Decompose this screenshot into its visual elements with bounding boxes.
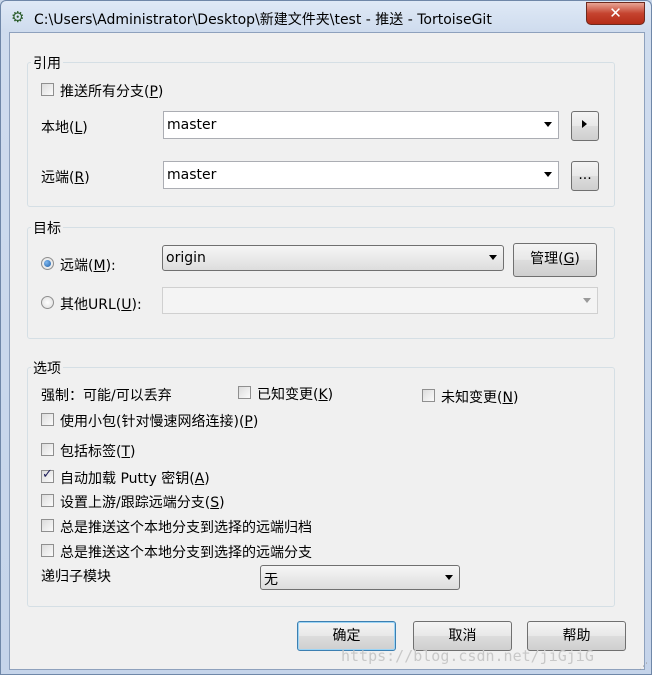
manage-text: 管理 [530,251,559,267]
remote-text: 远端 [41,170,69,186]
known-changes-checkbox[interactable] [238,386,251,399]
other-url-radio[interactable] [41,296,54,309]
local-label: 本地(L) [41,120,88,136]
push-all-text: 推送所有分支 [60,84,144,100]
set-upstream-label[interactable]: 设置上游/跟踪远端分支(S) [60,492,225,512]
remote-browse-button[interactable]: ... [571,161,599,191]
chevron-down-icon [489,255,497,260]
known-changes-label[interactable]: 已知变更(K) [257,384,333,404]
push-all-branches-checkbox[interactable] [41,83,54,96]
known-changes-text: 已知变更 [257,387,313,403]
set-upstream-checkbox[interactable] [41,494,54,507]
other-url-label[interactable]: 其他URL(U): [60,294,142,314]
chevron-down-icon [544,172,552,177]
autoload-putty-label[interactable]: 自动加载 Putty 密钥(A) [60,468,210,488]
push-all-key: P [149,84,158,100]
tortoisegit-icon: ⚙ [11,8,25,26]
include-tags-text: 包括标签 [60,444,116,460]
include-tags-label[interactable]: 包括标签(T) [60,441,136,461]
local-branch-value: master [167,117,217,133]
always-push-branch-checkbox[interactable] [41,544,54,557]
ok-text: 确定 [332,628,361,644]
watermark-text: https://blog.csdn.net/jiGjiG [341,647,594,665]
thin-pack-checkbox[interactable] [41,413,54,426]
local-key: L [74,120,83,136]
recurse-submodules-value: 无 [264,572,278,588]
recurse-submodules-select[interactable]: 无 [260,565,460,590]
unknown-changes-label[interactable]: 未知变更(N) [441,387,518,407]
play-arrow-icon [582,120,587,128]
set-upstream-key: S [210,495,220,511]
remote-radio-text: 远端 [60,258,88,274]
dialog-window: ⚙ C:\Users\Administrator\Desktop\新建文件夹\t… [0,0,652,675]
known-changes-key: K [318,387,328,403]
remote-select-value: origin [166,250,206,266]
set-upstream-text: 设置上游/跟踪远端分支 [60,495,205,511]
force-label: 强制：可能/可以丢弃 [41,388,172,404]
recurse-submodules-label: 递归子模块 [41,569,111,585]
remote-branch-combo[interactable]: master [163,161,559,189]
close-icon: ✕ [609,4,622,22]
thin-pack-text: 使用小包(针对慢速网络连接) [60,414,239,430]
other-url-text: 其他URL [60,297,116,313]
unknown-changes-text: 未知变更 [441,390,497,406]
autoload-putty-key: A [194,471,205,487]
target-group-title: 目标 [31,218,63,238]
options-group-title: 选项 [31,358,63,378]
unknown-changes-key: N [502,390,513,406]
remote-radio[interactable] [41,257,54,270]
remote-radio-label[interactable]: 远端(M): [60,255,116,275]
ref-group-title: 引用 [31,53,63,73]
chevron-down-icon [445,575,453,580]
include-tags-key: T [121,444,131,460]
local-next-button[interactable] [571,111,599,141]
autoload-putty-checkbox[interactable] [41,467,54,483]
include-tags-checkbox[interactable] [41,443,54,456]
resize-grip-icon[interactable]: ⋰ [639,662,649,672]
manage-button[interactable]: 管理(G) [513,243,597,277]
remote-key: R [74,170,85,186]
help-text: 帮助 [562,628,591,644]
local-text: 本地 [41,120,69,136]
thin-pack-key: P [244,414,253,430]
dialog-client-area: 引用 推送所有分支(P) 本地(L) master 远端(R) master .… [9,32,645,670]
close-button[interactable]: ✕ [586,2,645,25]
always-push-branch-label[interactable]: 总是推送这个本地分支到选择的远端分支 [60,542,312,562]
always-push-archive-label[interactable]: 总是推送这个本地分支到选择的远端归档 [60,517,312,537]
thin-pack-label[interactable]: 使用小包(针对慢速网络连接)(P) [60,411,258,431]
other-url-key: U [121,297,132,313]
manage-key: G [563,251,575,267]
unknown-changes-checkbox[interactable] [422,389,435,402]
chevron-down-icon [544,122,552,127]
autoload-putty-text: 自动加载 Putty 密钥 [60,471,190,487]
always-push-archive-checkbox[interactable] [41,519,54,532]
push-all-branches-label[interactable]: 推送所有分支(P) [60,81,163,101]
chevron-down-icon [583,298,591,303]
remote-radio-key: M [93,258,106,274]
remote-branch-value: master [167,167,217,183]
window-title: C:\Users\Administrator\Desktop\新建文件夹\tes… [34,12,492,28]
title-bar[interactable]: ⚙ C:\Users\Administrator\Desktop\新建文件夹\t… [1,1,651,33]
remote-label: 远端(R) [41,170,90,186]
browse-ellipsis: ... [578,167,592,183]
cancel-text: 取消 [448,628,477,644]
other-url-combo[interactable] [162,287,598,314]
local-branch-combo[interactable]: master [163,111,559,139]
remote-select[interactable]: origin [162,245,504,271]
